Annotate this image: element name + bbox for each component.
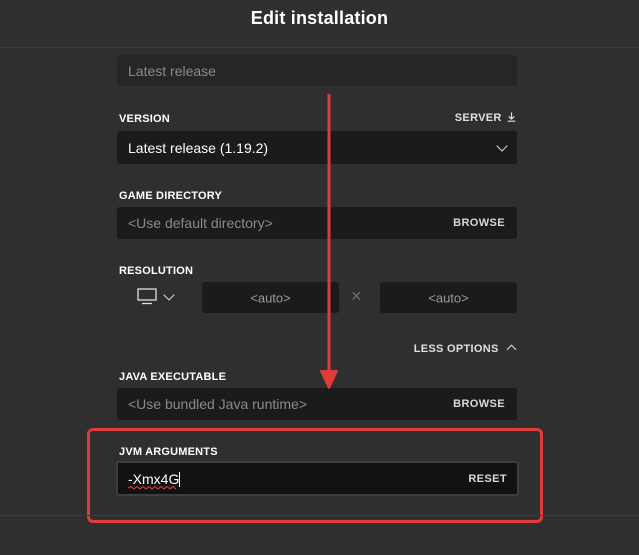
resolution-width-value: <auto> [250,290,291,305]
page-title: Edit installation [250,8,389,28]
java-executable-browse-button[interactable]: BROWSE [453,398,505,410]
name-field[interactable]: Latest release [117,55,517,86]
chevron-down-icon [163,289,175,301]
version-selected-value: Latest release (1.19.2) [128,139,269,156]
resolution-preset-dropdown[interactable] [133,282,181,312]
game-directory-placeholder: <Use default directory> [128,215,273,231]
resolution-height-input[interactable]: <auto> [380,282,517,313]
download-icon [507,112,516,122]
chevron-up-icon [506,344,517,355]
less-options-toggle[interactable]: LESS OPTIONS [413,343,517,355]
footer-divider [0,515,639,516]
game-directory-field[interactable]: <Use default directory> BROWSE [117,207,517,239]
dialog-header: Edit installation [0,0,639,48]
server-download-link[interactable]: SERVER [455,112,516,124]
server-link-label: SERVER [454,112,502,124]
resolution-height-value: <auto> [428,290,469,305]
version-select[interactable]: Latest release (1.19.2) [117,131,517,164]
game-directory-browse-button[interactable]: BROWSE [453,217,505,229]
java-executable-placeholder: <Use bundled Java runtime> [128,396,307,412]
version-label: VERSION [119,113,170,125]
resolution-separator: × [351,286,362,306]
resolution-width-input[interactable]: <auto> [202,282,339,313]
annotation-highlight-box [87,428,543,523]
java-executable-label: JAVA EXECUTABLE [119,371,227,383]
chevron-down-icon [496,140,508,152]
resolution-label: RESOLUTION [119,265,194,277]
monitor-icon [137,288,157,305]
less-options-label: LESS OPTIONS [413,343,499,355]
name-placeholder: Latest release [128,62,216,79]
java-executable-field[interactable]: <Use bundled Java runtime> BROWSE [117,388,517,420]
game-directory-label: GAME DIRECTORY [119,190,223,202]
